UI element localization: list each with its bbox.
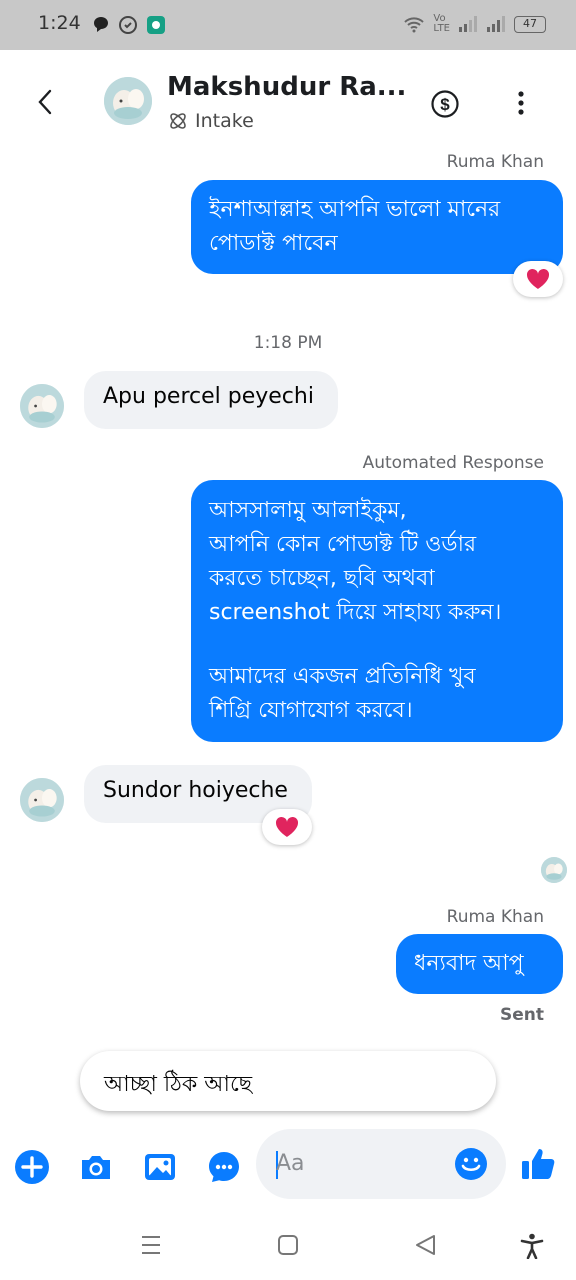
- app-notification-icon: [146, 15, 166, 39]
- automated-message[interactable]: আসসালামু আলাইকুম, আপনি কোন পোডাক্ট টি ওর…: [191, 480, 563, 742]
- chat-header: Makshudur Ra... Intake $: [0, 50, 576, 150]
- suggestion-text: আচ্ছা ঠিক আছে: [104, 1072, 253, 1097]
- back-icon[interactable]: [414, 1233, 436, 1261]
- message-text-line: পোডাক্ট পাবেন: [209, 231, 338, 256]
- sender-label: Ruma Khan: [446, 152, 544, 172]
- seen-avatar: [541, 857, 567, 883]
- system-nav-bar: [0, 1215, 576, 1280]
- heart-icon: [275, 816, 299, 837]
- sender-avatar[interactable]: [20, 778, 64, 822]
- status-bar: 1:24 Vo LTE 47: [0, 0, 576, 50]
- sync-icon: [118, 15, 138, 39]
- message-text: Sundor hoiyeche: [103, 778, 288, 803]
- signal-icon-2: [487, 16, 505, 32]
- recent-apps-icon[interactable]: [140, 1233, 162, 1261]
- atom-icon: [170, 113, 186, 129]
- sent-status: Sent: [500, 1005, 545, 1025]
- home-icon[interactable]: [277, 1233, 299, 1261]
- chat-notification-icon: [92, 15, 110, 37]
- message-text-line: শিগ্রি যোগাযোগ করবে।: [209, 698, 413, 723]
- thumbs-up-icon[interactable]: [520, 1145, 558, 1187]
- contact-avatar[interactable]: [104, 77, 152, 125]
- volte-icon: Vo LTE: [433, 13, 450, 34]
- signal-icon: [459, 16, 477, 32]
- outgoing-message[interactable]: ইনশাআল্লাহ আপনি ভালো মানের পোডাক্ট পাবেন: [191, 180, 563, 274]
- back-arrow-icon[interactable]: [34, 88, 58, 120]
- status-time: 1:24: [38, 12, 81, 34]
- battery-indicator: 47: [514, 15, 546, 33]
- subtitle-text: Intake: [195, 110, 254, 132]
- sender-avatar[interactable]: [20, 384, 64, 428]
- plus-icon[interactable]: [14, 1149, 50, 1189]
- timestamp: 1:18 PM: [253, 333, 323, 353]
- wifi-icon: [404, 17, 425, 33]
- heart-reaction[interactable]: [513, 261, 563, 297]
- message-input[interactable]: Aa: [256, 1129, 506, 1199]
- message-text: Apu percel peyechi: [103, 384, 314, 409]
- svg-text:$: $: [440, 95, 450, 114]
- camera-icon[interactable]: [78, 1149, 114, 1189]
- gallery-icon[interactable]: [142, 1149, 178, 1189]
- incoming-message[interactable]: Apu percel peyechi: [84, 371, 338, 429]
- automated-response-label: Automated Response: [362, 453, 544, 473]
- heart-reaction[interactable]: [262, 809, 312, 845]
- composer-bar: Aa: [0, 1125, 576, 1215]
- more-options-icon[interactable]: [517, 90, 525, 120]
- message-text-line: ইনশাআল্লাহ আপনি ভালো মানের: [209, 197, 501, 222]
- emoji-icon[interactable]: [454, 1147, 488, 1185]
- more-chat-icon[interactable]: [206, 1149, 242, 1189]
- message-text-line: আপনি কোন পোডাক্ট টি ওর্ডার: [209, 532, 477, 557]
- message-text-line: আসসালামু আলাইকুম,: [209, 498, 407, 523]
- payment-dollar-icon[interactable]: $: [430, 89, 460, 123]
- quick-reply-suggestion[interactable]: আচ্ছা ঠিক আছে: [80, 1051, 496, 1111]
- contact-subtitle: Intake: [167, 110, 254, 132]
- sender-label: Ruma Khan: [446, 907, 544, 927]
- status-icons: Vo LTE 47: [403, 14, 546, 34]
- heart-icon: [526, 268, 550, 289]
- message-text-line: screenshot দিয়ে সাহায্য করুন।: [209, 600, 502, 625]
- message-text-line: আমাদের একজন প্রতিনিধি খুব: [209, 664, 476, 689]
- outgoing-message[interactable]: ধন্যবাদ আপু: [396, 934, 563, 994]
- contact-name[interactable]: Makshudur Ra...: [167, 72, 406, 102]
- message-text-line: করতে চাচ্ছেন, ছবি অথবা: [209, 566, 435, 591]
- input-placeholder: Aa: [276, 1151, 305, 1176]
- accessibility-icon[interactable]: [520, 1233, 544, 1263]
- message-text: ধন্যবাদ আপু: [414, 951, 524, 976]
